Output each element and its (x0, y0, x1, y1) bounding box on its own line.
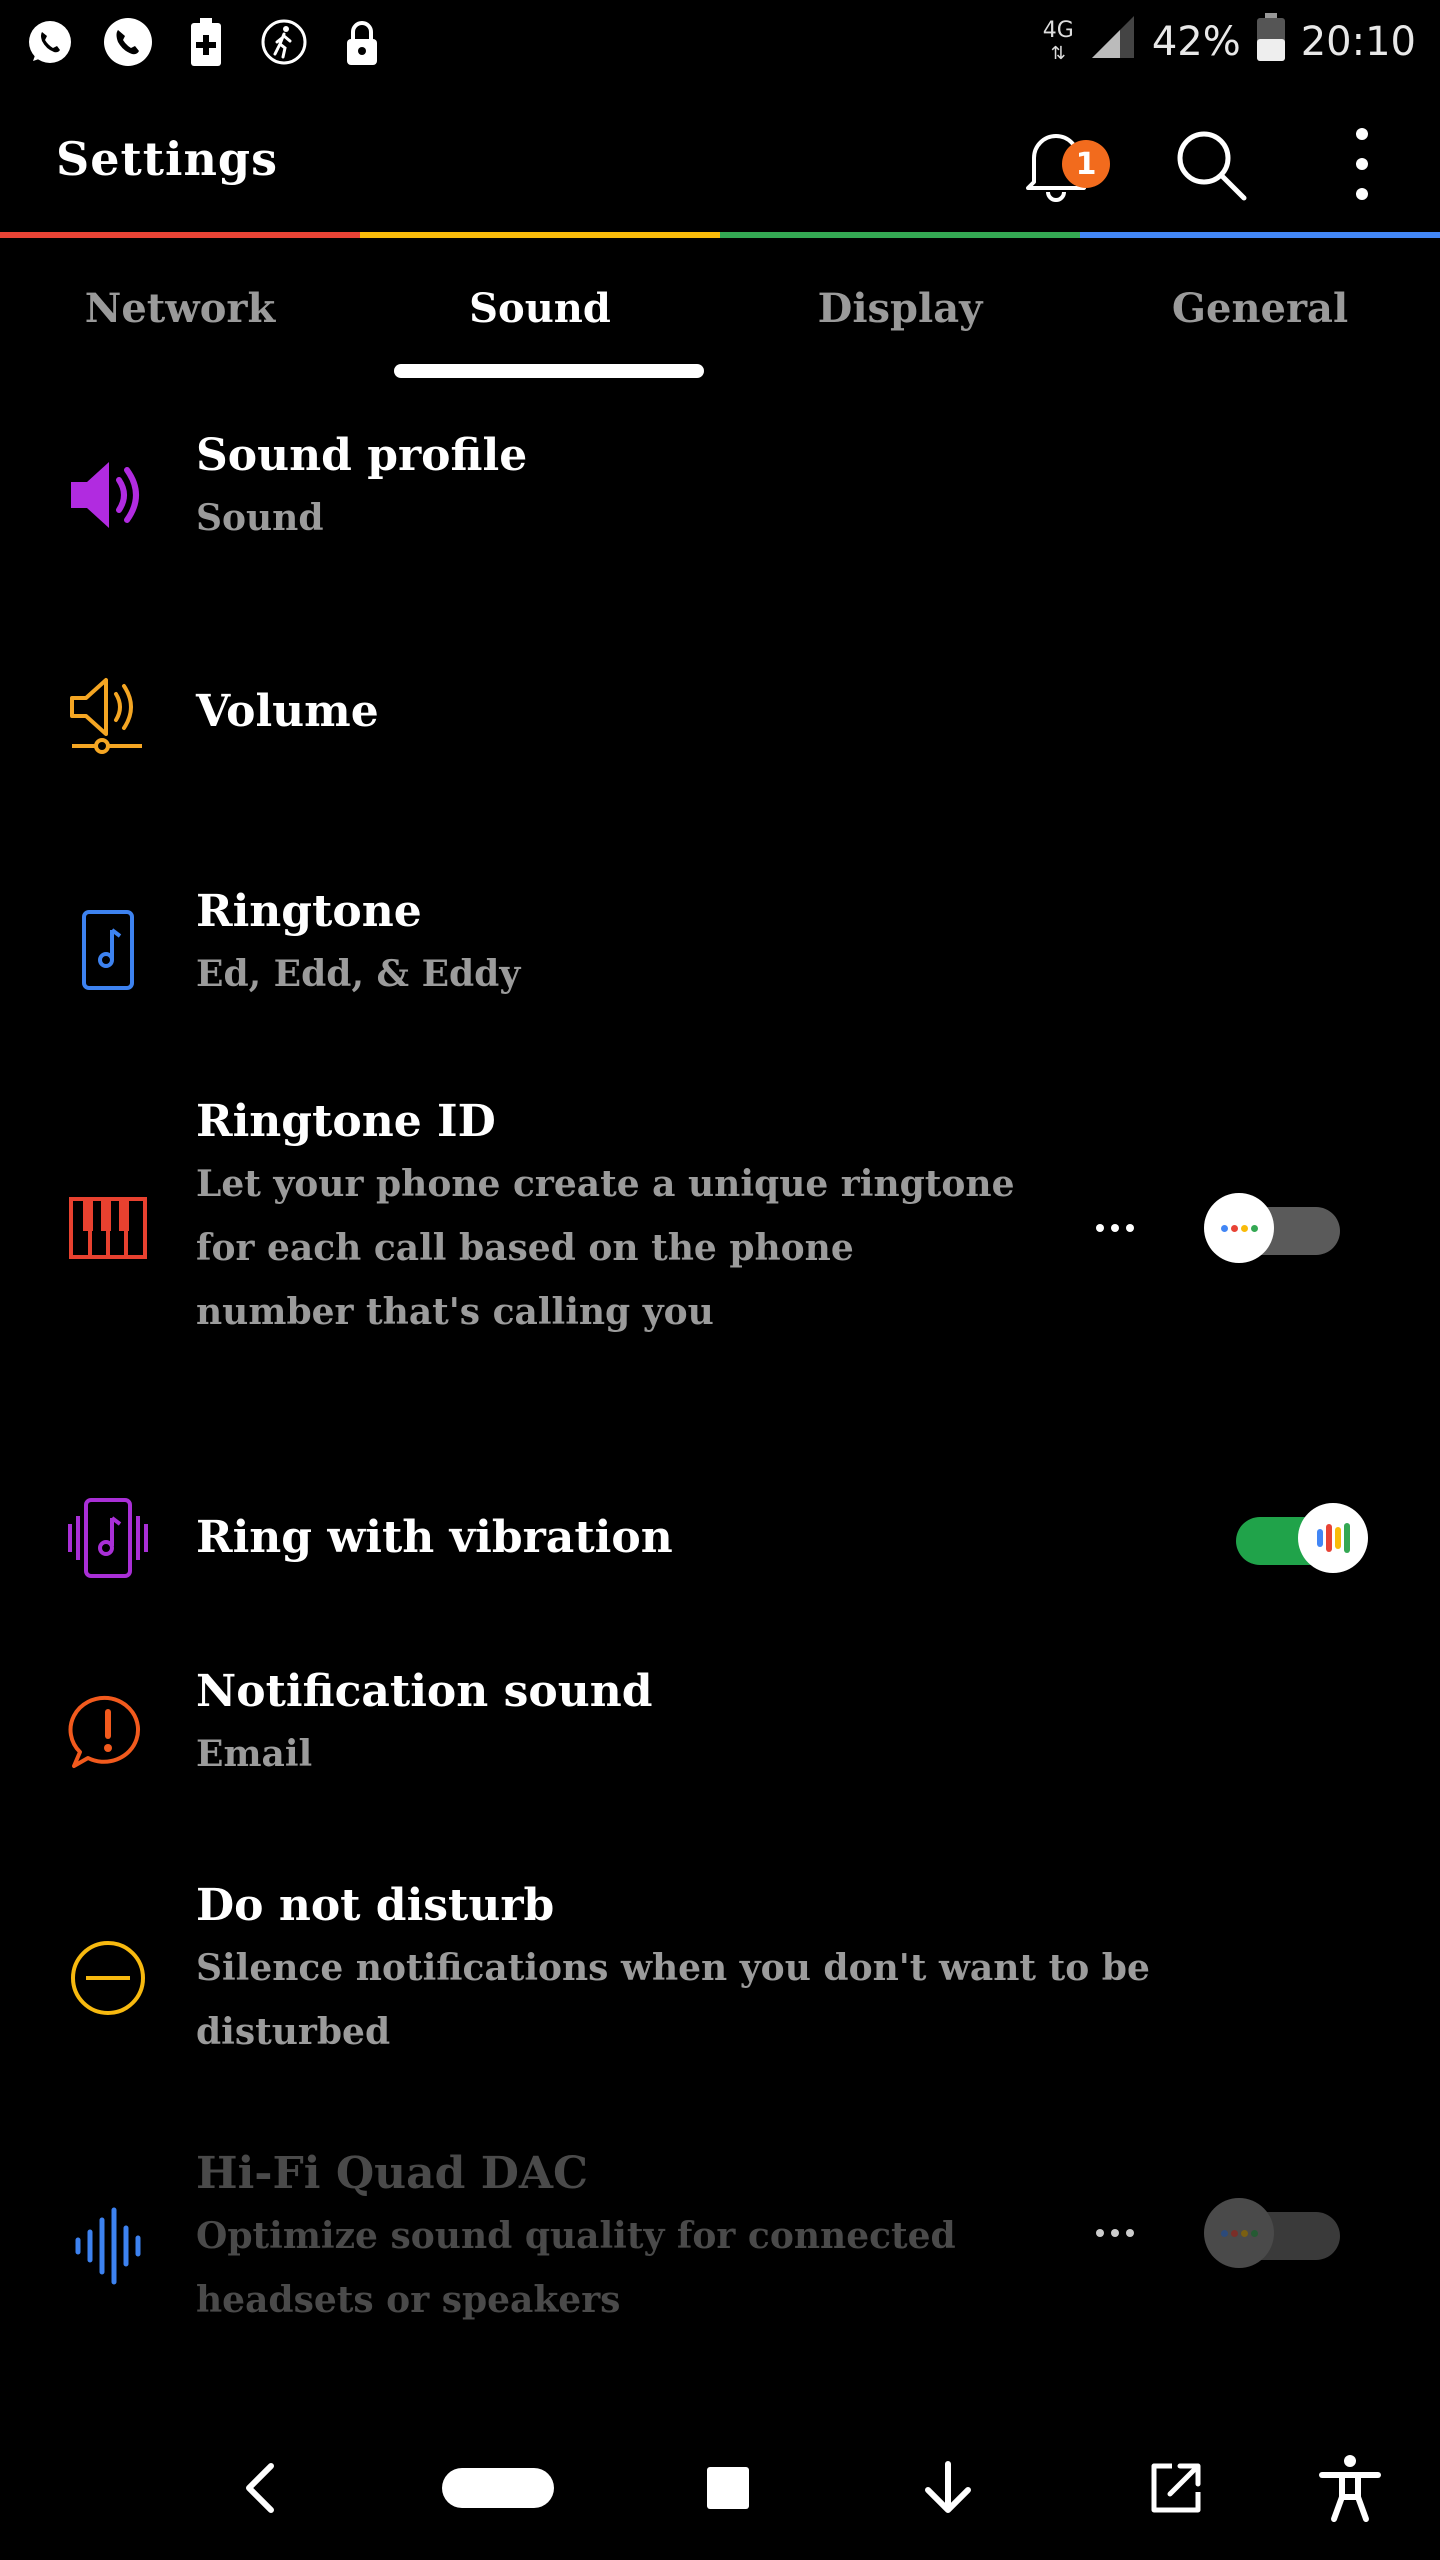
setting-notification-sound[interactable]: Notification sound Email (0, 1662, 1440, 1832)
setting-title: Volume (196, 686, 379, 737)
notifications-button[interactable]: 1 (1006, 116, 1110, 216)
google-assistant-bars-icon (1298, 1503, 1368, 1573)
battery-plus-icon (180, 12, 232, 72)
alert-bubble-icon (58, 1684, 158, 1784)
ringtone-id-more-button[interactable] (1080, 1193, 1150, 1263)
notification-pull-button[interactable] (898, 2440, 998, 2540)
down-arrow-icon (918, 2458, 978, 2522)
sound-profile-text: Sound profile Sound (196, 426, 527, 550)
setting-volume[interactable]: Volume (0, 642, 1440, 782)
minus-circle-icon (58, 1928, 158, 2028)
setting-subtitle-line: disturbed (196, 2011, 391, 2053)
volume-icon (58, 662, 158, 762)
setting-title: Hi-Fi Quad DAC (196, 2148, 589, 2199)
ringtone-id-text: Ringtone ID Let your phone create a uniq… (196, 1092, 1015, 1344)
dot-icon (1096, 2229, 1104, 2237)
setting-sound-profile[interactable]: Sound profile Sound (0, 422, 1440, 592)
clock: 20:10 (1300, 19, 1416, 65)
setting-subtitle-line: headsets or speakers (196, 2279, 621, 2321)
accessibility-icon (1318, 2453, 1382, 2527)
accessibility-button[interactable] (1300, 2440, 1400, 2540)
setting-subtitle: Email (196, 1733, 313, 1775)
setting-subtitle-line: for each call based on the phone (196, 1227, 854, 1269)
speaker-icon (58, 445, 158, 545)
dot-icon (1096, 1224, 1104, 1232)
setting-hifi-quad-dac[interactable]: Hi-Fi Quad DAC Optimize sound quality fo… (0, 2144, 1440, 2354)
hifi-dac-text: Hi-Fi Quad DAC Optimize sound quality fo… (196, 2144, 956, 2332)
walking-person-icon (258, 12, 310, 72)
battery-percent: 42% (1151, 19, 1241, 65)
status-left-icons (24, 12, 388, 72)
tab-general[interactable]: General (1080, 238, 1440, 378)
search-icon (1168, 122, 1252, 210)
search-button[interactable] (1160, 116, 1260, 216)
do-not-disturb-text: Do not disturb Silence notifications whe… (196, 1876, 1150, 2064)
dot-icon (1126, 1224, 1134, 1232)
music-note-phone-icon (58, 900, 158, 1000)
setting-title: Do not disturb (196, 1880, 555, 1931)
status-right: 4G ⇅ 42% 20:10 (1043, 12, 1416, 72)
piano-icon (58, 1178, 158, 1278)
dot-icon (1111, 2229, 1119, 2237)
google-dots-icon (1204, 2198, 1274, 2268)
home-button[interactable] (438, 2440, 558, 2540)
recents-button[interactable] (678, 2440, 778, 2540)
tab-sound[interactable]: Sound (360, 238, 720, 378)
app-header: Settings 1 (0, 86, 1440, 232)
volume-text: Volume (196, 682, 379, 742)
signal-icon (1090, 14, 1136, 70)
setting-subtitle-line: Let your phone create a unique ringtone (196, 1163, 1015, 1205)
setting-title: Sound profile (196, 430, 528, 481)
dot-icon (1111, 1224, 1119, 1232)
status-bar: 4G ⇅ 42% 20:10 (0, 0, 1440, 86)
notification-sound-text: Notification sound Email (196, 1662, 652, 1786)
ring-vibration-toggle[interactable] (1236, 1503, 1376, 1573)
vibrate-music-icon (58, 1488, 158, 1588)
google-dots-icon (1204, 1193, 1274, 1263)
recents-icon (705, 2465, 751, 2515)
setting-ring-with-vibration[interactable]: Ring with vibration (0, 1468, 1440, 1608)
whatsapp-icon (24, 12, 76, 72)
phone-call-icon (102, 12, 154, 72)
dot-icon (1126, 2229, 1134, 2237)
setting-ringtone-id[interactable]: Ringtone ID Let your phone create a uniq… (0, 1092, 1440, 1362)
tab-network[interactable]: Network (0, 238, 360, 378)
share-button[interactable] (1126, 2440, 1226, 2540)
share-icon (1148, 2460, 1204, 2520)
back-icon (235, 2458, 285, 2522)
setting-title: Ring with vibration (196, 1512, 673, 1563)
hifi-dac-toggle[interactable] (1204, 2198, 1344, 2268)
setting-title: Ringtone (196, 886, 422, 937)
setting-title: Notification sound (196, 1666, 653, 1717)
setting-subtitle-line: Optimize sound quality for connected (196, 2215, 956, 2257)
setting-subtitle: Sound (196, 497, 324, 539)
tab-display[interactable]: Display (720, 238, 1080, 378)
tab-bar: Network Sound Display General (0, 238, 1440, 378)
ringtone-text: Ringtone Ed, Edd, & Eddy (196, 882, 520, 1006)
setting-title: Ringtone ID (196, 1096, 496, 1147)
network-type-label: 4G (1042, 17, 1074, 43)
lock-icon (336, 12, 388, 72)
hifi-dac-more-button[interactable] (1080, 2198, 1150, 2268)
sound-wave-icon (58, 2196, 158, 2296)
ring-vibration-text: Ring with vibration (196, 1508, 673, 1568)
navigation-bar (0, 2420, 1440, 2560)
ringtone-id-toggle[interactable] (1204, 1193, 1344, 1263)
network-type-icon: 4G ⇅ (1042, 17, 1074, 64)
setting-do-not-disturb[interactable]: Do not disturb Silence notifications whe… (0, 1876, 1440, 2076)
notification-badge: 1 (1062, 140, 1110, 188)
more-vert-icon (1352, 124, 1372, 208)
setting-subtitle-line: Silence notifications when you don't wan… (196, 1947, 1150, 1989)
back-button[interactable] (210, 2440, 310, 2540)
setting-subtitle-line: number that's calling you (196, 1291, 714, 1333)
setting-ringtone[interactable]: Ringtone Ed, Edd, & Eddy (0, 882, 1440, 1052)
home-pill-icon (440, 2466, 556, 2514)
page-title: Settings (56, 132, 278, 186)
battery-icon (1256, 13, 1285, 71)
overflow-menu-button[interactable] (1312, 116, 1412, 216)
setting-subtitle: Ed, Edd, & Eddy (196, 953, 521, 995)
active-tab-indicator (394, 364, 704, 378)
